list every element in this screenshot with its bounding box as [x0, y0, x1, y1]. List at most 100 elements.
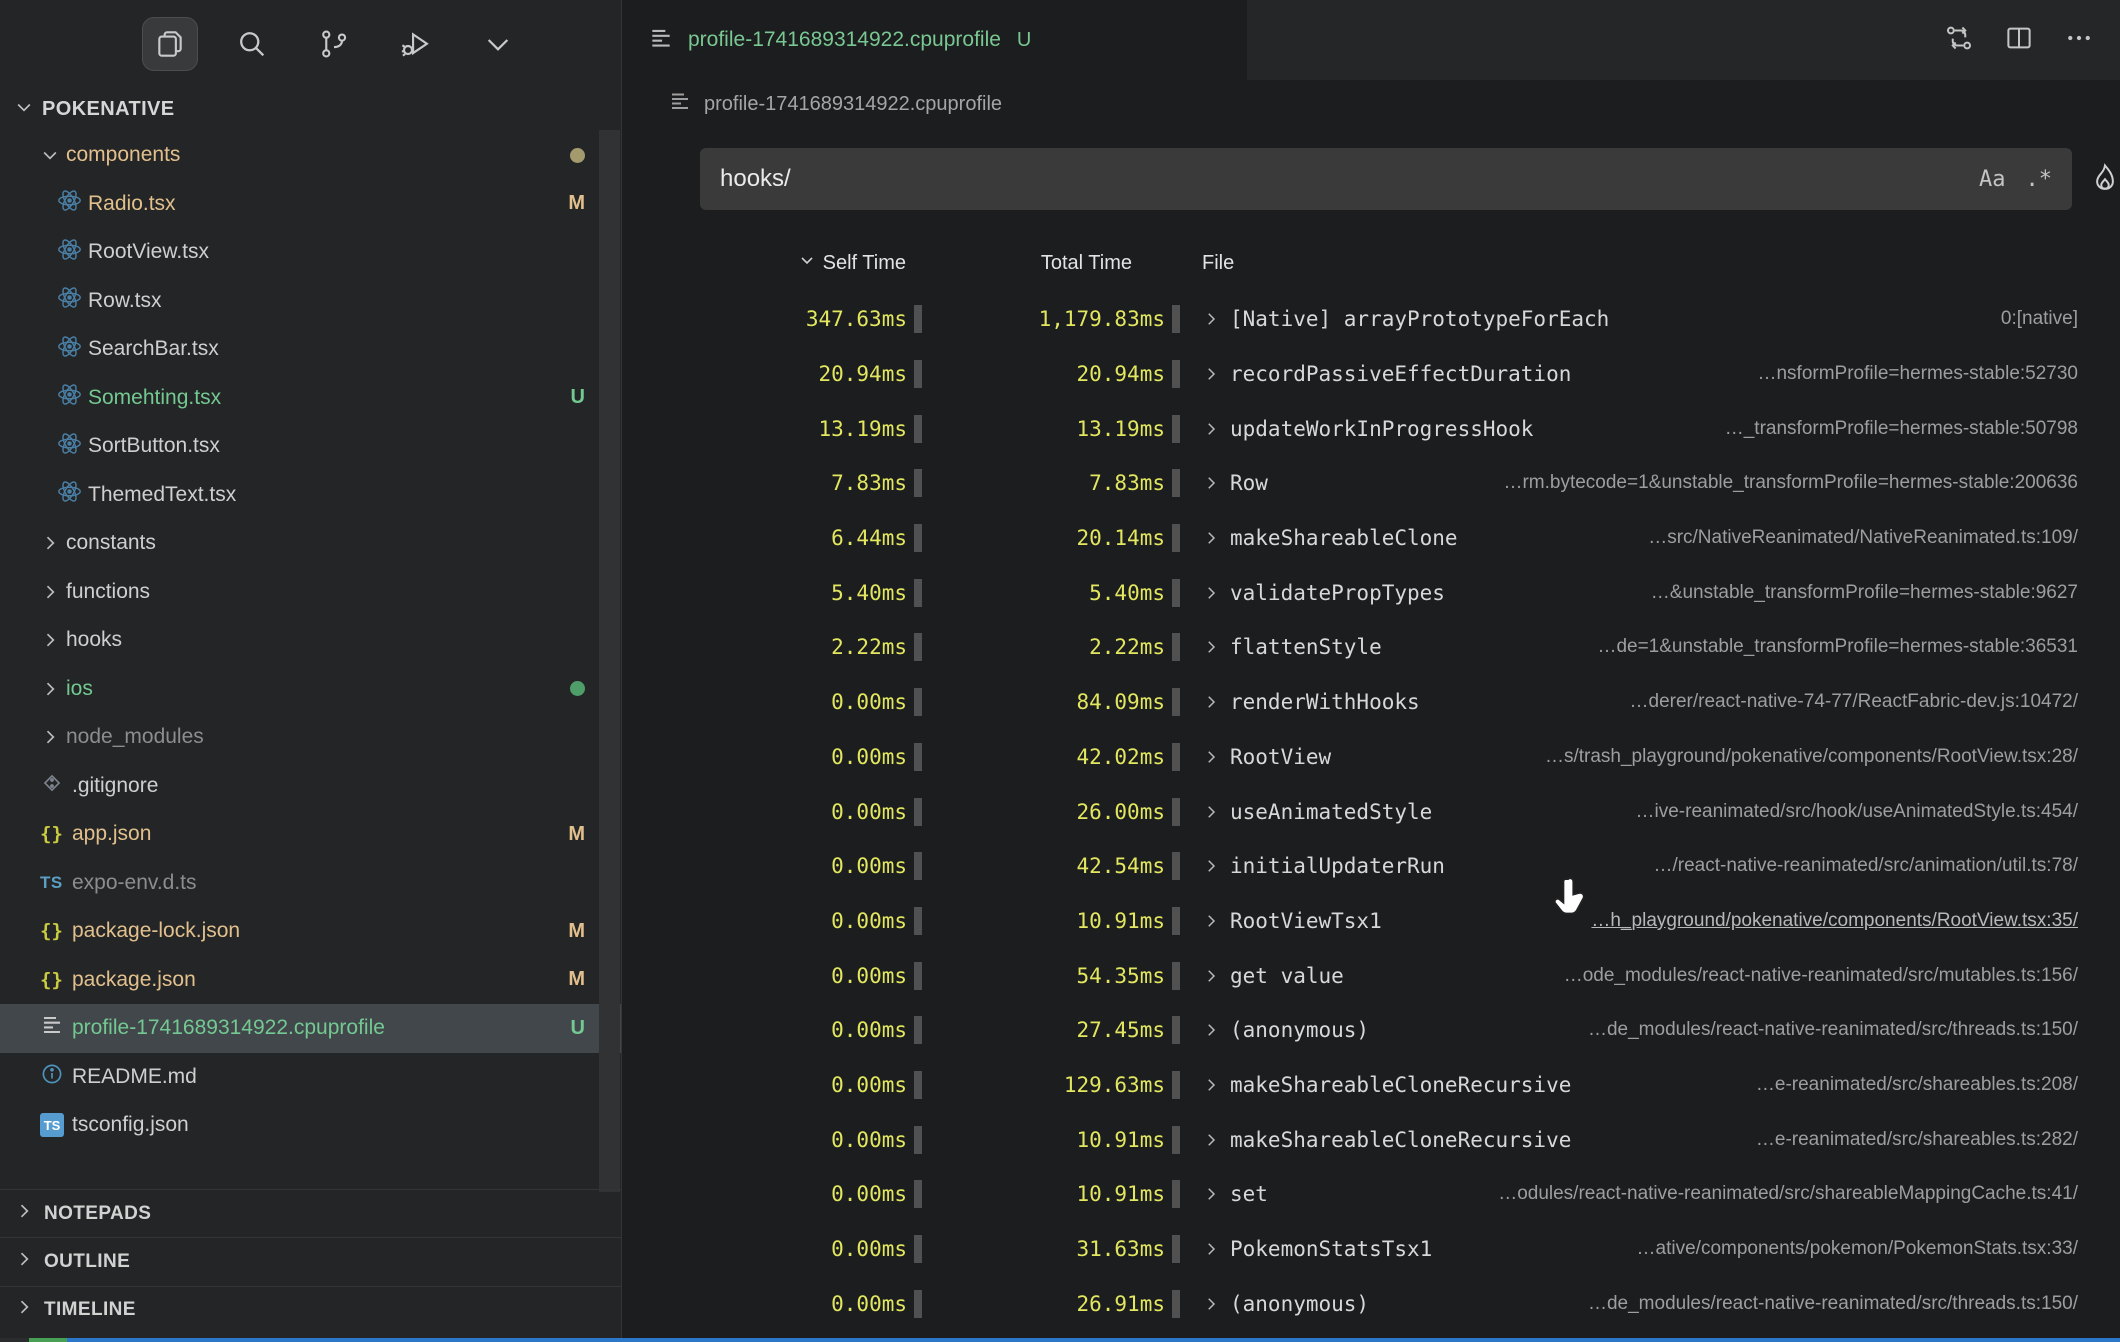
table-row[interactable]: 7.83ms 7.83ms Row …rm.bytecode=1&unstabl…: [622, 456, 2120, 511]
tree-item[interactable]: node_modules: [0, 713, 621, 762]
expand-chevron-icon[interactable]: [1202, 638, 1220, 656]
expand-chevron-icon[interactable]: [1202, 912, 1220, 930]
expand-chevron-icon[interactable]: [1202, 803, 1220, 821]
expand-chevron-icon[interactable]: [1202, 1131, 1220, 1149]
expand-chevron-icon[interactable]: [1202, 420, 1220, 438]
file-location-link[interactable]: …src/NativeReanimated/NativeReanimated.t…: [1622, 527, 2078, 549]
tree-item[interactable]: .gitignore: [0, 762, 621, 811]
search-input[interactable]: hooks/ Aa .*: [700, 148, 2072, 210]
file-location-link[interactable]: …e-reanimated/src/shareables.ts:282/: [1730, 1129, 2078, 1151]
file-location-link[interactable]: …e-reanimated/src/shareables.ts:208/: [1730, 1074, 2078, 1096]
file-location-link[interactable]: 0:[native]: [1975, 308, 2078, 330]
match-case-toggle[interactable]: Aa: [1979, 167, 2006, 192]
tab-cpuprofile[interactable]: profile-1741689314922.cpuprofile U: [622, 0, 1247, 80]
expand-chevron-icon[interactable]: [1202, 857, 1220, 875]
tree-item[interactable]: TS tsconfig.json: [0, 1101, 621, 1150]
tree-item[interactable]: RootView.tsx: [0, 228, 621, 277]
table-row[interactable]: 0.00ms 42.02ms RootView …s/trash_playgro…: [622, 730, 2120, 785]
table-row[interactable]: 0.00ms 10.91ms set …odules/react-native-…: [622, 1167, 2120, 1222]
file-location-link[interactable]: …s/trash_playground/pokenative/component…: [1519, 746, 2078, 768]
expand-chevron-icon[interactable]: [1202, 584, 1220, 602]
flame-graph-icon[interactable]: [2090, 162, 2120, 197]
file-location-link[interactable]: …de_modules/react-native-reanimated/src/…: [1562, 1293, 2078, 1315]
col-file[interactable]: File: [1202, 252, 1234, 274]
more-actions-icon[interactable]: [2064, 23, 2094, 58]
project-header[interactable]: POKENATIVE: [0, 88, 621, 131]
expand-chevron-icon[interactable]: [1202, 748, 1220, 766]
expand-chevron-icon[interactable]: [1202, 1076, 1220, 1094]
tree-item[interactable]: SortButton.tsx: [0, 422, 621, 471]
expand-chevron-icon[interactable]: [1202, 310, 1220, 328]
file-location-link[interactable]: …odules/react-native-reanimated/src/shar…: [1472, 1183, 2078, 1205]
file-location-link[interactable]: …derer/react-native-74-77/ReactFabric-de…: [1604, 691, 2078, 713]
explorer-icon[interactable]: [142, 17, 198, 71]
expand-chevron-icon[interactable]: [1202, 967, 1220, 985]
table-row[interactable]: 0.00ms 129.63ms makeShareableCloneRecurs…: [622, 1058, 2120, 1113]
tree-item[interactable]: ThemedText.tsx: [0, 471, 621, 520]
table-row[interactable]: 0.00ms 27.45ms (anonymous) …de_modules/r…: [622, 1003, 2120, 1058]
expand-chevron-icon[interactable]: [1202, 1021, 1220, 1039]
tree-item[interactable]: functions: [0, 568, 621, 617]
file-location-link[interactable]: …de_modules/react-native-reanimated/src/…: [1562, 1019, 2078, 1041]
table-row[interactable]: 20.94ms 20.94ms recordPassiveEffectDurat…: [622, 347, 2120, 402]
split-editor-icon[interactable]: [2004, 23, 2034, 58]
table-row[interactable]: 0.00ms 42.54ms initialUpdaterRun …/react…: [622, 839, 2120, 894]
source-control-icon[interactable]: [306, 17, 362, 71]
compare-changes-icon[interactable]: [1944, 23, 1974, 58]
panel-timeline[interactable]: TIMELINE: [0, 1286, 621, 1334]
col-total-time[interactable]: Total Time: [1041, 252, 1132, 275]
more-views-icon[interactable]: [470, 17, 526, 71]
expand-chevron-icon[interactable]: [1202, 693, 1220, 711]
table-row[interactable]: 0.00ms 26.00ms useAnimatedStyle …ive-rea…: [622, 784, 2120, 839]
table-row[interactable]: 5.40ms 5.40ms validatePropTypes …&unstab…: [622, 565, 2120, 620]
panel-outline[interactable]: OUTLINE: [0, 1237, 621, 1285]
regex-toggle[interactable]: .*: [2026, 167, 2053, 192]
file-location-link[interactable]: …/react-native-reanimated/src/animation/…: [1627, 855, 2078, 877]
table-row[interactable]: 0.00ms 10.91ms RootViewTsx1 …h_playgroun…: [622, 894, 2120, 949]
expand-chevron-icon[interactable]: [1202, 474, 1220, 492]
file-location-link[interactable]: …ative/components/pokemon/PokemonStats.t…: [1611, 1238, 2078, 1260]
tree-item[interactable]: {} package.json M: [0, 956, 621, 1005]
tree-item[interactable]: ios: [0, 665, 621, 714]
file-location-link[interactable]: …rm.bytecode=1&unstable_transformProfile…: [1477, 472, 2078, 494]
file-location-link[interactable]: …ode_modules/react-native-reanimated/src…: [1538, 965, 2078, 987]
expand-chevron-icon[interactable]: [1202, 529, 1220, 547]
file-location-link[interactable]: …_transformProfile=hermes-stable:50798: [1699, 418, 2078, 440]
expand-chevron-icon[interactable]: [1202, 1185, 1220, 1203]
file-location-link[interactable]: …ive-reanimated/src/hook/useAnimatedStyl…: [1610, 801, 2079, 823]
tree-item[interactable]: TS expo-env.d.ts: [0, 859, 621, 908]
col-self-time[interactable]: Self Time: [823, 252, 906, 275]
tree-item[interactable]: Somehting.tsx U: [0, 374, 621, 423]
table-row[interactable]: 347.63ms 1,179.83ms [Native] arrayProtot…: [622, 292, 2120, 347]
expand-chevron-icon[interactable]: [1202, 1240, 1220, 1258]
tree-item[interactable]: {} package-lock.json M: [0, 907, 621, 956]
table-row[interactable]: 0.00ms 10.91ms makeShareableCloneRecursi…: [622, 1112, 2120, 1167]
tree-item[interactable]: Radio.tsx M: [0, 180, 621, 229]
breadcrumb[interactable]: profile-1741689314922.cpuprofile: [622, 80, 2120, 128]
table-row[interactable]: 0.00ms 26.91ms (anonymous) …de_modules/r…: [622, 1276, 2120, 1331]
tree-item[interactable]: SearchBar.tsx: [0, 325, 621, 374]
file-location-link[interactable]: …h_playground/pokenative/components/Root…: [1565, 910, 2078, 932]
tree-item[interactable]: README.md: [0, 1053, 621, 1102]
tree-item[interactable]: hooks: [0, 616, 621, 665]
table-row[interactable]: 0.00ms 84.09ms renderWithHooks …derer/re…: [622, 675, 2120, 730]
table-row[interactable]: 0.00ms 31.63ms PokemonStatsTsx1 …ative/c…: [622, 1222, 2120, 1277]
panel-notepads[interactable]: NOTEPADS: [0, 1189, 621, 1237]
sidebar-scrollbar[interactable]: [599, 130, 620, 1192]
table-row[interactable]: 6.44ms 20.14ms makeShareableClone …src/N…: [622, 511, 2120, 566]
expand-chevron-icon[interactable]: [1202, 365, 1220, 383]
tree-item[interactable]: Row.tsx: [0, 277, 621, 326]
table-row[interactable]: 0.00ms 54.35ms get value …ode_modules/re…: [622, 948, 2120, 1003]
table-row[interactable]: 0.00ms 26.91ms executeOnUIRuntimeSync …a…: [622, 1331, 2120, 1338]
debug-icon[interactable]: [388, 17, 444, 71]
table-row[interactable]: 13.19ms 13.19ms updateWorkInProgressHook…: [622, 401, 2120, 456]
expand-chevron-icon[interactable]: [1202, 1295, 1220, 1313]
tree-item[interactable]: {} app.json M: [0, 810, 621, 859]
tree-item[interactable]: components: [0, 131, 621, 180]
file-location-link[interactable]: …de=1&unstable_transformProfile=hermes-s…: [1571, 636, 2078, 658]
table-row[interactable]: 2.22ms 2.22ms flattenStyle …de=1&unstabl…: [622, 620, 2120, 675]
search-icon[interactable]: [224, 17, 280, 71]
file-location-link[interactable]: …nsformProfile=hermes-stable:52730: [1731, 363, 2078, 385]
tree-item[interactable]: profile-1741689314922.cpuprofile U: [0, 1004, 621, 1053]
tree-item[interactable]: constants: [0, 519, 621, 568]
